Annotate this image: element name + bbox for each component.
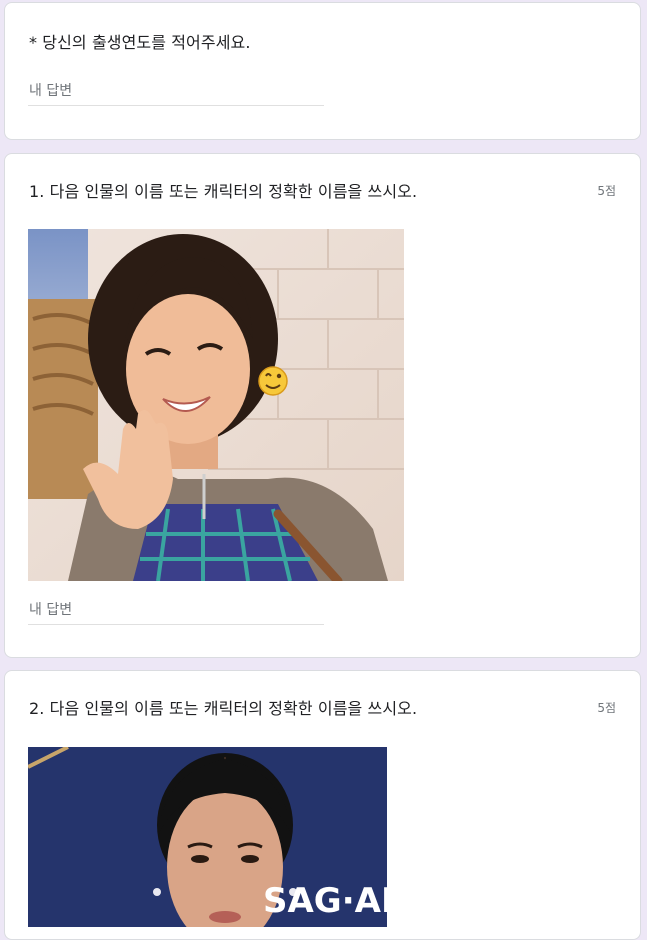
question-1-answer-input[interactable]: 내 답변 xyxy=(28,600,324,625)
birth-year-answer-input[interactable]: 내 답변 xyxy=(28,81,324,106)
backdrop-text: SAG·AI xyxy=(263,881,387,921)
question-2-title: 2. 다음 인물의 이름 또는 캐릭터의 정확한 이름을 쓰시오. xyxy=(29,699,418,718)
birth-year-question-title: * 당신의 출생연도를 적어주세요. xyxy=(29,29,251,53)
birth-year-question-card: * 당신의 출생연도를 적어주세요. 내 답변 xyxy=(4,2,641,140)
question-2-points: 5점 xyxy=(597,701,616,715)
question-1-title: 1. 다음 인물의 이름 또는 캐릭터의 정확한 이름을 쓰시오. xyxy=(29,182,418,201)
answer-placeholder: 내 답변 xyxy=(29,83,73,99)
woman-in-apron-photo xyxy=(28,229,404,581)
question-2-image: SAG·AI xyxy=(28,747,387,927)
answer-placeholder: 내 답변 xyxy=(29,602,73,618)
question-1-points: 5점 xyxy=(597,184,616,198)
question-1-image xyxy=(28,229,404,581)
question-1-card: 1. 다음 인물의 이름 또는 캐릭터의 정확한 이름을 쓰시오. 5점 내 답… xyxy=(4,153,641,658)
woman-portrait-photo: SAG·AI xyxy=(28,747,387,927)
birth-year-question-text: 당신의 출생연도를 적어주세요. xyxy=(42,33,251,52)
required-mark: * xyxy=(29,33,38,52)
question-2-card: 2. 다음 인물의 이름 또는 캐릭터의 정확한 이름을 쓰시오. 5점 SAG… xyxy=(4,670,641,940)
